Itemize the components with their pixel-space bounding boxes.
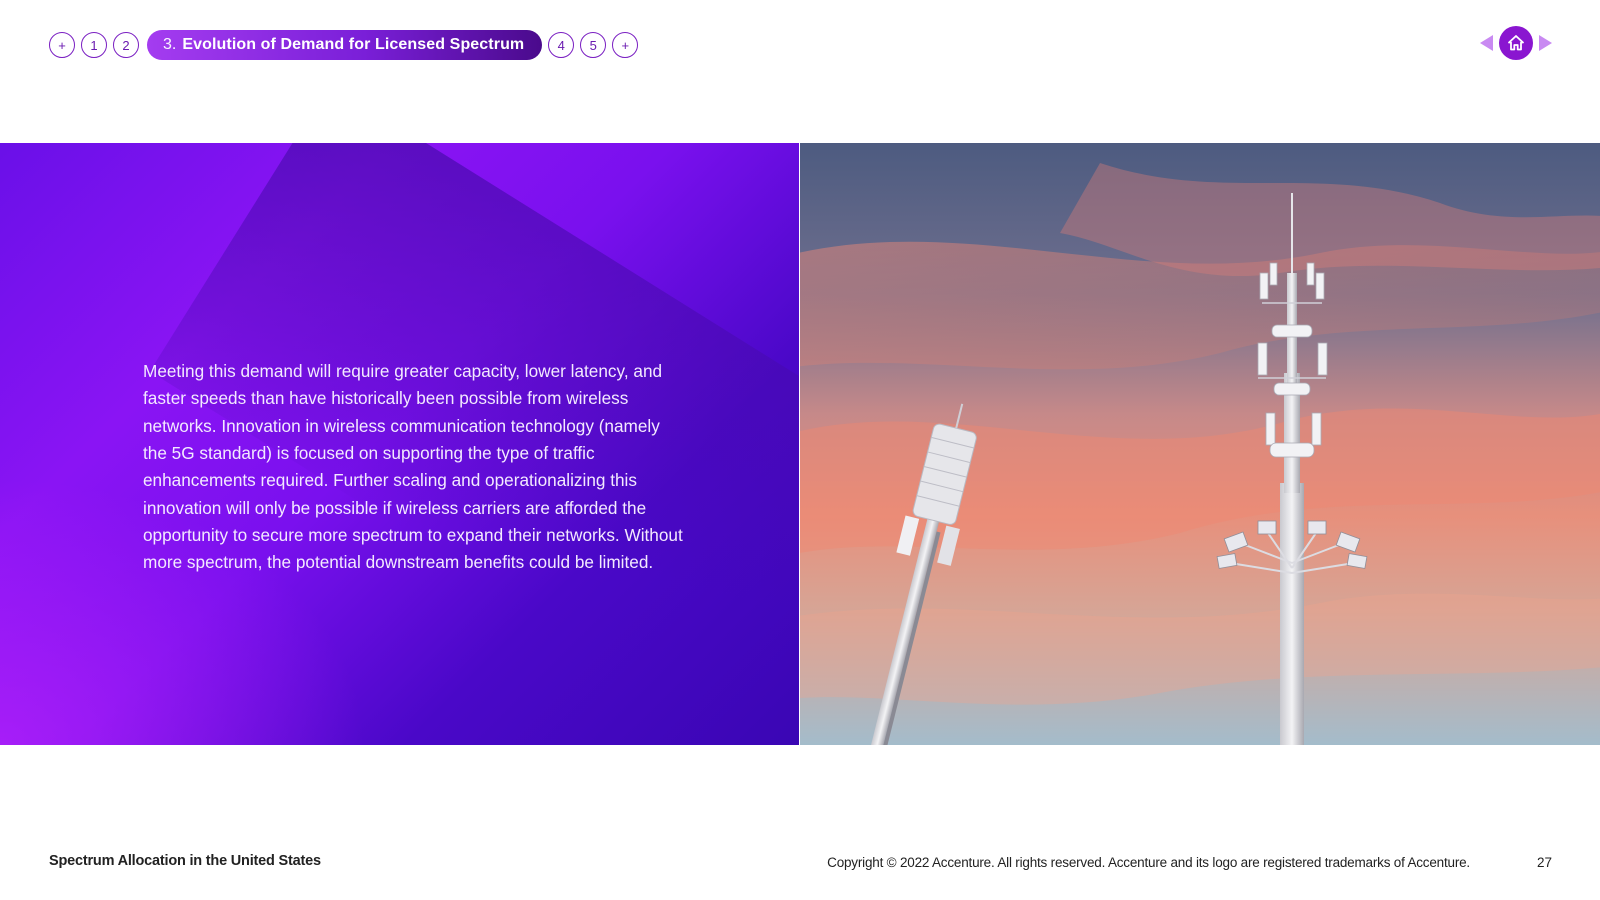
nav-active-title: Evolution of Demand for Licensed Spectru… xyxy=(182,36,525,53)
home-button[interactable] xyxy=(1499,26,1533,60)
nav-item-4[interactable]: 4 xyxy=(548,32,575,58)
nav-item-label: 4 xyxy=(557,37,565,53)
pager xyxy=(1480,25,1552,61)
nav-item-3-active[interactable]: 3. Evolution of Demand for Licensed Spec… xyxy=(147,30,543,60)
page-number: 27 xyxy=(1536,855,1552,870)
triangle-left-icon[interactable] xyxy=(1480,35,1493,51)
nav-item-label: + xyxy=(58,37,66,53)
tower-photo xyxy=(800,143,1600,745)
nav-item-label: 1 xyxy=(90,37,98,53)
cell-tower-illustration xyxy=(800,163,1600,745)
nav-item-2[interactable]: 2 xyxy=(113,32,139,58)
home-icon xyxy=(1508,35,1524,51)
triangle-right-icon[interactable] xyxy=(1539,35,1552,51)
footer-copyright: Copyright © 2022 Accenture. All rights r… xyxy=(827,855,1470,870)
nav-item-label: 2 xyxy=(122,37,130,53)
nav-item-1[interactable]: 1 xyxy=(81,32,107,58)
nav-active-number: 3. xyxy=(163,36,177,53)
footer-doc-title: Spectrum Allocation in the United States xyxy=(49,853,321,869)
section-nav: + 1 2 3. Evolution of Demand for License… xyxy=(49,30,644,60)
nav-item-plus-end[interactable]: + xyxy=(612,32,639,58)
nav-item-plus-start[interactable]: + xyxy=(49,32,75,58)
text-panel: Meeting this demand will require greater… xyxy=(0,143,799,745)
nav-item-label: 5 xyxy=(589,37,597,53)
body-paragraph: Meeting this demand will require greater… xyxy=(143,361,683,573)
nav-item-label: + xyxy=(621,37,630,53)
nav-item-5[interactable]: 5 xyxy=(580,32,607,58)
